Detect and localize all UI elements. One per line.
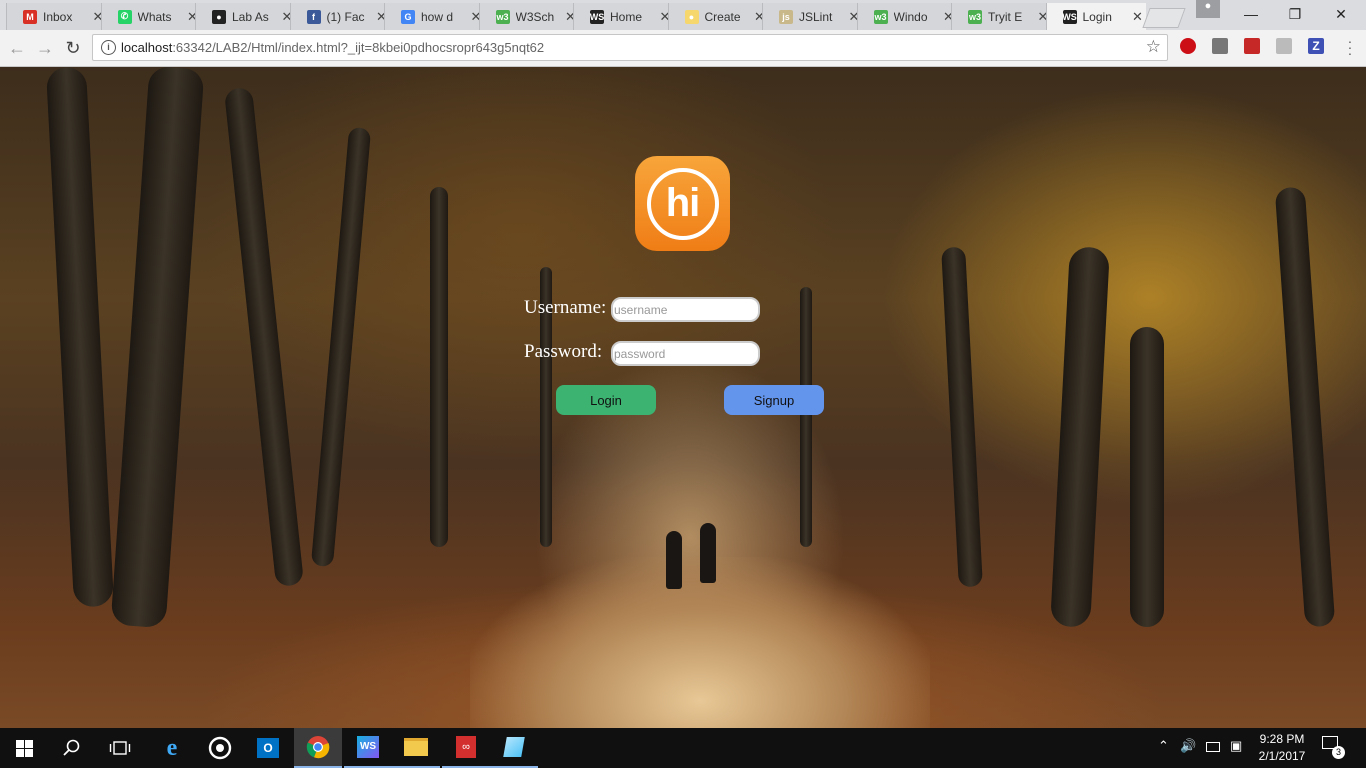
- file-explorer-taskbar-button[interactable]: [392, 728, 440, 768]
- chrome-menu-icon[interactable]: · · ·: [1342, 34, 1358, 60]
- close-window-button[interactable]: ✕: [1318, 0, 1364, 28]
- username-label: Username:: [524, 297, 607, 318]
- tab-title: JSLint: [799, 9, 833, 24]
- opera-extension-icon[interactable]: [1180, 38, 1196, 54]
- tab-title: Inbox: [43, 9, 73, 24]
- chrome-icon: [306, 736, 330, 759]
- google-icon: G: [401, 9, 415, 24]
- extension-icon[interactable]: [1212, 38, 1228, 54]
- browser-tab[interactable]: w3 W3Sch ✕: [478, 3, 579, 30]
- browser-tab[interactable]: f (1) Fac ✕: [289, 3, 390, 30]
- github-icon: ●: [212, 9, 226, 24]
- username-input[interactable]: [611, 297, 760, 322]
- signup-button[interactable]: Signup: [724, 385, 824, 415]
- pdf-extension-icon[interactable]: [1244, 38, 1260, 54]
- clock-time: 9:28 PM: [1259, 732, 1305, 746]
- tab-title: Windo: [893, 9, 928, 24]
- tab-title: Home: [610, 9, 643, 24]
- acrobat-taskbar-button[interactable]: ∞: [442, 728, 490, 768]
- app-taskbar-button[interactable]: [196, 728, 244, 768]
- url-text: localhost:63342/LAB2/Html/index.html?_ij…: [121, 40, 545, 55]
- volume-icon[interactable]: 🔊: [1180, 738, 1196, 754]
- whatsapp-icon: ✆: [117, 9, 132, 24]
- browser-tab[interactable]: ● Create ✕: [667, 3, 768, 30]
- browser-tab[interactable]: WS Login ✕: [1045, 3, 1146, 31]
- task-view-button[interactable]: [96, 728, 144, 768]
- circle-app-icon: [208, 736, 232, 760]
- webstorm-icon: WS: [1062, 10, 1077, 24]
- tab-title: Whats: [137, 9, 172, 24]
- tab-title: Tryit E: [988, 9, 1023, 24]
- webstorm-taskbar-button[interactable]: WS: [344, 728, 392, 768]
- acrobat-extension-icon[interactable]: [1276, 38, 1292, 54]
- facebook-icon: f: [306, 9, 321, 24]
- site-info-icon[interactable]: i: [101, 40, 116, 55]
- jslint-icon: js: [779, 9, 793, 24]
- webstorm-icon: WS: [357, 736, 379, 758]
- tab-title: (1) Fac: [326, 9, 365, 24]
- app-logo: hi: [635, 156, 730, 251]
- outlook-taskbar-button[interactable]: O: [244, 728, 292, 768]
- back-button[interactable]: ←: [6, 37, 28, 59]
- tab-title: Login: [1082, 10, 1112, 24]
- restore-button[interactable]: ❐: [1272, 0, 1318, 28]
- action-center-icon[interactable]: 3: [1322, 736, 1345, 759]
- minimize-button[interactable]: —: [1228, 0, 1274, 28]
- login-button[interactable]: Login: [556, 385, 656, 415]
- w3schools-icon: w3: [873, 9, 888, 24]
- browser-tab[interactable]: Ghow d ✕: [384, 3, 484, 30]
- notebook-icon: [503, 737, 525, 757]
- browser-tab[interactable]: M Inbox ✕: [6, 3, 106, 30]
- bulb-icon: ●: [684, 9, 699, 24]
- gmail-icon: M: [23, 9, 37, 24]
- app2-taskbar-button[interactable]: [490, 728, 538, 768]
- logo-text: hi: [665, 181, 701, 225]
- user-profile-icon[interactable]: ●: [1196, 0, 1220, 18]
- password-label: Password:: [524, 341, 603, 362]
- reload-button[interactable]: ↻: [62, 37, 84, 59]
- tab-title: W3Sch: [515, 9, 555, 24]
- tab-title: how d: [421, 9, 454, 24]
- outlook-icon: O: [257, 738, 279, 758]
- browser-tab[interactable]: w3 Tryit E ✕: [951, 3, 1051, 30]
- edge-icon: e: [166, 734, 178, 761]
- tab-title: Lab As: [232, 9, 269, 24]
- pdf-icon: ∞: [456, 736, 476, 758]
- address-bar[interactable]: i localhost:63342/LAB2/Html/index.html?_…: [92, 34, 1168, 61]
- webstorm-icon: WS: [589, 9, 605, 24]
- windows-icon: [15, 739, 33, 757]
- w3schools-icon: w3: [495, 9, 510, 24]
- search-icon: [63, 739, 80, 756]
- browser-tab[interactable]: ✆ Whats ✕: [100, 3, 201, 30]
- new-tab-button[interactable]: [1142, 8, 1186, 28]
- notification-count-badge: 3: [1332, 746, 1345, 759]
- tray-overflow-icon[interactable]: ⌃: [1158, 738, 1169, 754]
- browser-toolbar: ← → ↻ i localhost:63342/LAB2/Html/index.…: [0, 30, 1366, 67]
- password-input[interactable]: [611, 341, 760, 366]
- clock[interactable]: 9:28 PM 2/1/2017: [1252, 731, 1312, 765]
- windows-taskbar: e O WS ∞ ⌃ 🔊 ▣ 9:28 PM 2/1/2017 3: [0, 728, 1366, 768]
- forward-button[interactable]: →: [34, 37, 56, 59]
- edge-taskbar-button[interactable]: e: [148, 728, 196, 768]
- w3schools-icon: w3: [968, 9, 982, 24]
- chrome-taskbar-button[interactable]: [294, 728, 342, 768]
- browser-tab[interactable]: ● Lab As ✕: [195, 3, 295, 30]
- zotero-extension-icon[interactable]: Z: [1308, 38, 1324, 54]
- battery-icon[interactable]: [1206, 742, 1220, 752]
- search-button[interactable]: [48, 728, 96, 768]
- tab-strip: M Inbox ✕ ✆ Whats ✕ ● Lab As ✕ f (1) Fac ✕ Ghow d ✕ w3…: [0, 0, 1366, 31]
- browser-tab[interactable]: WS Home ✕: [573, 3, 673, 30]
- browser-tab[interactable]: w3 Windo ✕: [856, 3, 957, 30]
- clock-date: 2/1/2017: [1258, 749, 1306, 763]
- task-view-icon: [109, 741, 131, 755]
- login-page: hi Username: Password: Login Signup: [0, 67, 1366, 728]
- network-icon[interactable]: ▣: [1230, 738, 1242, 754]
- browser-tab[interactable]: js JSLint ✕: [762, 3, 862, 30]
- start-button[interactable]: [0, 728, 48, 768]
- folder-icon: [404, 738, 428, 756]
- bookmark-star-icon[interactable]: ☆: [1146, 37, 1161, 57]
- tab-title: Create: [704, 9, 741, 24]
